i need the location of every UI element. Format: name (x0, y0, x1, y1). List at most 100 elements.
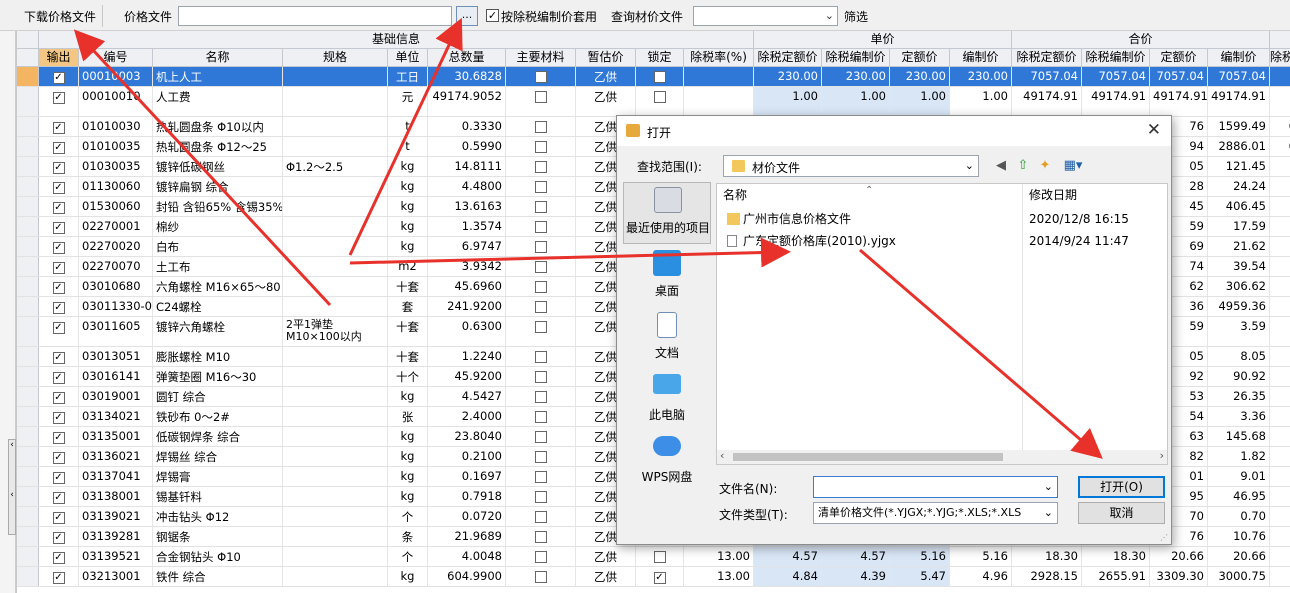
row-header[interactable] (17, 507, 39, 526)
cell-output[interactable]: ✓ (39, 547, 79, 566)
main-material-checkbox[interactable] (534, 431, 547, 443)
row-header[interactable] (17, 427, 39, 446)
filter-button[interactable]: 筛选 (844, 8, 868, 25)
output-checkbox[interactable]: ✓ (52, 242, 65, 254)
row-header[interactable] (17, 137, 39, 156)
filename-input[interactable]: ⌄ (813, 476, 1058, 498)
cell-lock[interactable] (636, 547, 684, 566)
column-header-name[interactable]: 名称 (153, 49, 283, 67)
cell-main-material[interactable] (506, 87, 576, 116)
cell-main-material[interactable] (506, 257, 576, 276)
up-folder-icon[interactable]: ⇧ (1015, 158, 1031, 174)
query-price-file-select[interactable]: ⌄ (693, 6, 838, 26)
place-documents[interactable]: 文档 (623, 308, 711, 370)
output-checkbox[interactable]: ✓ (52, 472, 65, 484)
lookin-select[interactable]: 材价文件 ⌄ (723, 155, 979, 177)
table-row[interactable]: ✓ 03213001 铁件 综合 kg 604.9900 乙供 ✓ 13.00 4.84 4.39… (17, 567, 1290, 587)
output-checkbox[interactable]: ✓ (52, 122, 65, 134)
main-material-checkbox[interactable] (534, 301, 547, 313)
main-material-checkbox[interactable] (534, 71, 547, 83)
cell-output[interactable]: ✓ (39, 487, 79, 506)
cell-main-material[interactable] (506, 547, 576, 566)
column-header-unit-price-compiled[interactable]: 编制价 (950, 49, 1012, 67)
table-row[interactable]: ✓ 03139521 合金钢钻头 Φ10 个 4.0048 乙供 13.00 4.57 4.57… (17, 547, 1290, 567)
main-material-checkbox[interactable] (534, 121, 547, 133)
main-material-checkbox[interactable] (534, 221, 547, 233)
cell-output[interactable]: ✓ (39, 527, 79, 546)
column-header-total-tax-excluded-quota[interactable]: 除税定额价 (1012, 49, 1082, 67)
open-button[interactable]: 打开(O) (1078, 476, 1165, 498)
row-header[interactable] (17, 567, 39, 586)
cell-output[interactable]: ✓ (39, 237, 79, 256)
cancel-button[interactable]: 取消 (1078, 502, 1165, 524)
scroll-right-icon[interactable]: › (1160, 449, 1164, 462)
row-header[interactable] (17, 547, 39, 566)
output-checkbox[interactable]: ✓ (52, 392, 65, 404)
row-header[interactable] (17, 527, 39, 546)
row-header[interactable] (17, 177, 39, 196)
lock-checkbox[interactable] (653, 91, 666, 103)
main-material-checkbox[interactable] (534, 371, 547, 383)
cell-output[interactable]: ✓ (39, 157, 79, 176)
cell-main-material[interactable] (506, 447, 576, 466)
file-list-item[interactable]: 广州市信息价格文件 2020/12/8 16:15 (717, 208, 1169, 230)
cell-main-material[interactable] (506, 317, 576, 346)
row-header[interactable] (17, 317, 39, 346)
close-icon[interactable]: ✕ (1147, 120, 1161, 140)
cell-main-material[interactable] (506, 117, 576, 136)
lock-checkbox[interactable]: ✓ (653, 572, 666, 584)
column-header-unit-price-tax-excluded-compiled[interactable]: 除税编制价 (822, 49, 890, 67)
cell-output[interactable]: ✓ (39, 277, 79, 296)
table-row[interactable]: ✓ 00010003 机上人工 工日 30.6828 乙供 230.00 230.00 230.… (17, 67, 1290, 87)
output-checkbox[interactable]: ✓ (52, 182, 65, 194)
cell-main-material[interactable] (506, 237, 576, 256)
cell-output[interactable]: ✓ (39, 67, 79, 86)
row-header[interactable] (17, 367, 39, 386)
main-material-checkbox[interactable] (534, 91, 547, 103)
output-checkbox[interactable]: ✓ (52, 352, 65, 364)
cell-output[interactable]: ✓ (39, 137, 79, 156)
row-header[interactable] (17, 447, 39, 466)
output-checkbox[interactable]: ✓ (52, 262, 65, 274)
row-header[interactable] (17, 117, 39, 136)
cell-main-material[interactable] (506, 407, 576, 426)
cell-output[interactable]: ✓ (39, 297, 79, 316)
row-header[interactable] (17, 237, 39, 256)
row-header[interactable] (17, 467, 39, 486)
main-material-checkbox[interactable] (534, 391, 547, 403)
scrollbar-thumb[interactable] (733, 453, 1003, 461)
output-checkbox[interactable]: ✓ (52, 322, 65, 334)
tax-price-checkbox[interactable]: ✓ (486, 9, 499, 22)
cell-lock[interactable] (636, 87, 684, 116)
main-material-checkbox[interactable] (534, 281, 547, 293)
column-header-total-tax-excluded-compiled[interactable]: 除税编制价 (1082, 49, 1150, 67)
cell-output[interactable]: ✓ (39, 177, 79, 196)
back-icon[interactable]: ◀ (993, 158, 1009, 174)
main-material-checkbox[interactable] (534, 451, 547, 463)
row-header[interactable] (17, 157, 39, 176)
download-price-file-button[interactable]: 下载价格文件 (18, 5, 104, 27)
column-header-code[interactable]: 编号 (79, 49, 153, 67)
output-checkbox[interactable]: ✓ (52, 372, 65, 384)
column-header-output[interactable]: 输出 (39, 49, 79, 67)
output-checkbox[interactable]: ✓ (52, 302, 65, 314)
row-header[interactable] (17, 197, 39, 216)
lock-checkbox[interactable] (653, 71, 666, 83)
cell-output[interactable]: ✓ (39, 317, 79, 346)
output-checkbox[interactable]: ✓ (52, 162, 65, 174)
main-material-checkbox[interactable] (534, 261, 547, 273)
cell-main-material[interactable] (506, 197, 576, 216)
output-checkbox[interactable]: ✓ (52, 512, 65, 524)
cell-main-material[interactable] (506, 67, 576, 86)
cell-main-material[interactable] (506, 507, 576, 526)
cell-main-material[interactable] (506, 277, 576, 296)
collapse-handle[interactable]: ‹ ‹ (8, 439, 16, 535)
row-header[interactable] (17, 257, 39, 276)
output-checkbox[interactable]: ✓ (52, 412, 65, 424)
cell-output[interactable]: ✓ (39, 347, 79, 366)
cell-output[interactable]: ✓ (39, 467, 79, 486)
browse-button[interactable]: ... (456, 6, 478, 26)
column-header-qty[interactable]: 总数量 (428, 49, 506, 67)
row-header[interactable] (17, 277, 39, 296)
cell-output[interactable]: ✓ (39, 567, 79, 586)
